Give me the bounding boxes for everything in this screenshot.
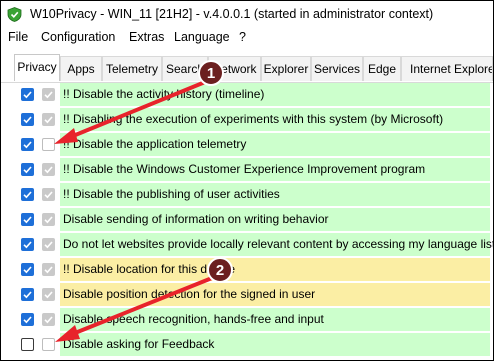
annotation-number-1: 1 [207, 65, 215, 82]
annotation-badge-2: 2 [207, 257, 233, 283]
annotation-arrow-1 [54, 78, 212, 144]
annotation-badge-1: 1 [198, 60, 224, 86]
annotation-overlay: 1 2 [54, 60, 233, 342]
annotation-number-2: 2 [216, 262, 224, 279]
annotation-arrow-2 [55, 276, 214, 342]
